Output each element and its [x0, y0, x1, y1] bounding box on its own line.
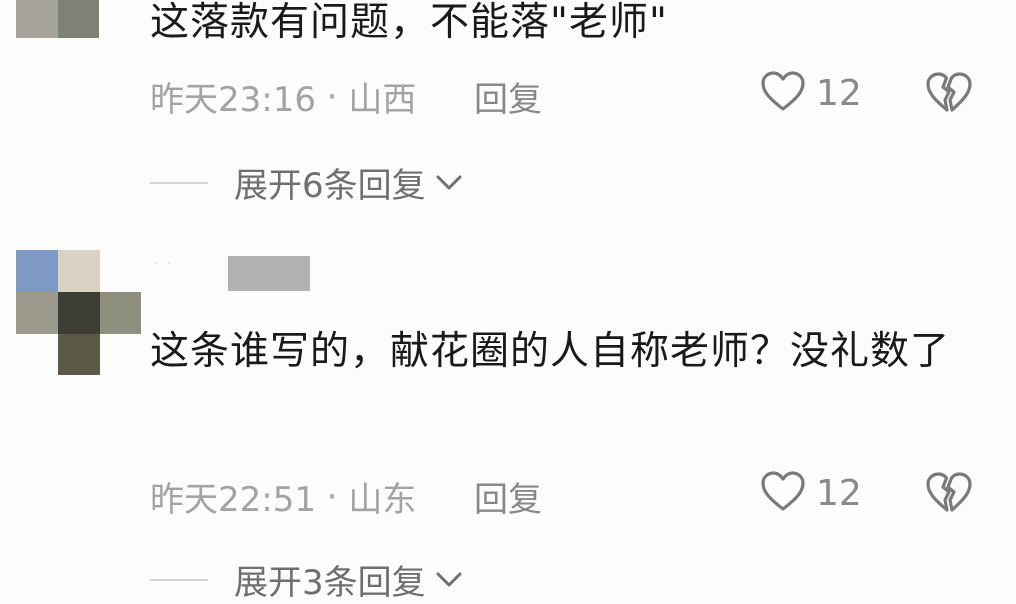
like-count: 12 [816, 72, 862, 114]
like-button[interactable]: 12 [760, 470, 862, 516]
avatar[interactable] [16, 250, 141, 375]
expand-replies-label: 展开6条回复 [234, 166, 426, 206]
divider-line [150, 578, 208, 581]
comment-time: 昨天23:16 [150, 80, 316, 120]
heart-outline-icon [760, 70, 806, 116]
broken-heart-icon [925, 72, 973, 118]
expand-replies-button[interactable]: 展开3条回复 [150, 555, 464, 604]
like-count: 12 [816, 472, 862, 514]
chevron-down-icon [434, 570, 464, 590]
avatar[interactable] [16, 0, 99, 38]
comment-text: 这条谁写的，献花圈的人自称老师？没礼数了 [150, 329, 951, 374]
divider-line [150, 181, 208, 184]
comment-meta: 昨天23:16 · 山西 [150, 72, 416, 121]
like-button[interactable]: 12 [760, 70, 862, 116]
comment-text: 这落款有问题，不能落"老师" [150, 0, 668, 45]
username-fragment: · · [155, 259, 174, 270]
dislike-button[interactable] [925, 70, 973, 118]
comment-time: 昨天22:51 [150, 480, 316, 520]
chevron-down-icon [434, 173, 464, 193]
meta-separator: · [315, 476, 349, 517]
heart-outline-icon [760, 470, 806, 516]
comment-location: 山东 [348, 480, 417, 520]
comment-meta: 昨天22:51 · 山东 [150, 472, 416, 521]
expand-replies-label: 展开3条回复 [234, 563, 426, 603]
meta-separator: · [315, 76, 349, 117]
comment-location: 山西 [348, 80, 417, 120]
expand-replies-button[interactable]: 展开6条回复 [150, 158, 464, 207]
username-redacted[interactable] [228, 256, 310, 291]
reply-button[interactable]: 回复 [474, 72, 542, 121]
dislike-button[interactable] [925, 470, 973, 518]
broken-heart-icon [925, 472, 973, 518]
reply-button[interactable]: 回复 [474, 472, 542, 521]
